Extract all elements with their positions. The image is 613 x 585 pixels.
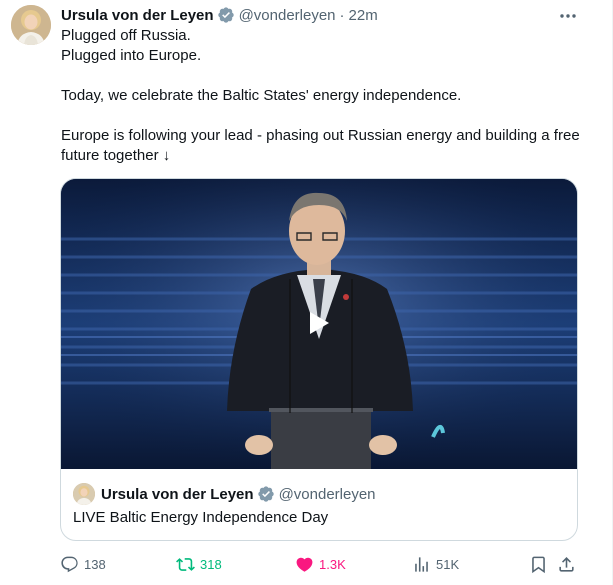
- author-avatar[interactable]: [11, 5, 51, 45]
- quoted-author-avatar: [73, 483, 95, 505]
- author-handle[interactable]: @vonderleyen: [239, 7, 336, 24]
- reply-count: 138: [84, 556, 106, 572]
- tweet-text: Plugged off Russia. Plugged into Europe.…: [61, 26, 581, 166]
- quoted-tweet-card[interactable]: Ursula von der Leyen @vonderleyen LIVE B…: [60, 178, 578, 541]
- tweet-line: Plugged off Russia.: [61, 27, 191, 44]
- views-chart-icon: [415, 556, 428, 572]
- repost-icon: [176, 557, 195, 571]
- quoted-text: LIVE Baltic Energy Independence Day: [73, 509, 329, 526]
- tweet[interactable]: Ursula von der Leyen @vonderleyen · 22m …: [0, 0, 612, 585]
- video-player[interactable]: [61, 179, 577, 469]
- timestamp[interactable]: 22m: [349, 7, 378, 24]
- separator-dot: ·: [339, 6, 345, 24]
- heart-icon: [296, 557, 313, 572]
- tweet-header: Ursula von der Leyen @vonderleyen · 22m: [61, 5, 378, 25]
- repost-count: 318: [200, 556, 222, 572]
- repost-button[interactable]: 318: [176, 553, 222, 575]
- tweet-line: Plugged into Europe.: [61, 47, 202, 64]
- bookmark-icon: [532, 556, 545, 573]
- action-bar: 138 318 1.3K 51K: [60, 553, 580, 575]
- verified-badge-icon: [257, 485, 275, 503]
- quoted-author-name: Ursula von der Leyen: [101, 485, 254, 503]
- more-options-icon[interactable]: [558, 6, 578, 26]
- tweet-line: Europe is following your lead - phasing …: [61, 127, 580, 164]
- quoted-author-handle: @vonderleyen: [278, 485, 376, 503]
- author-name[interactable]: Ursula von der Leyen: [61, 7, 214, 24]
- quoted-header: Ursula von der Leyen @vonderleyen: [73, 483, 376, 505]
- views-count: 51K: [436, 556, 460, 572]
- share-button[interactable]: [557, 553, 576, 575]
- reply-button[interactable]: 138: [60, 553, 106, 575]
- like-count: 1.3K: [319, 556, 346, 572]
- like-button[interactable]: 1.3K: [295, 553, 346, 575]
- play-icon[interactable]: [307, 311, 331, 335]
- tweet-line: Today, we celebrate the Baltic States' e…: [61, 87, 462, 104]
- verified-badge-icon[interactable]: [217, 6, 235, 24]
- reply-icon: [61, 556, 78, 572]
- views-button[interactable]: 51K: [412, 553, 459, 575]
- share-icon: [559, 556, 574, 572]
- bookmark-button[interactable]: [529, 553, 548, 575]
